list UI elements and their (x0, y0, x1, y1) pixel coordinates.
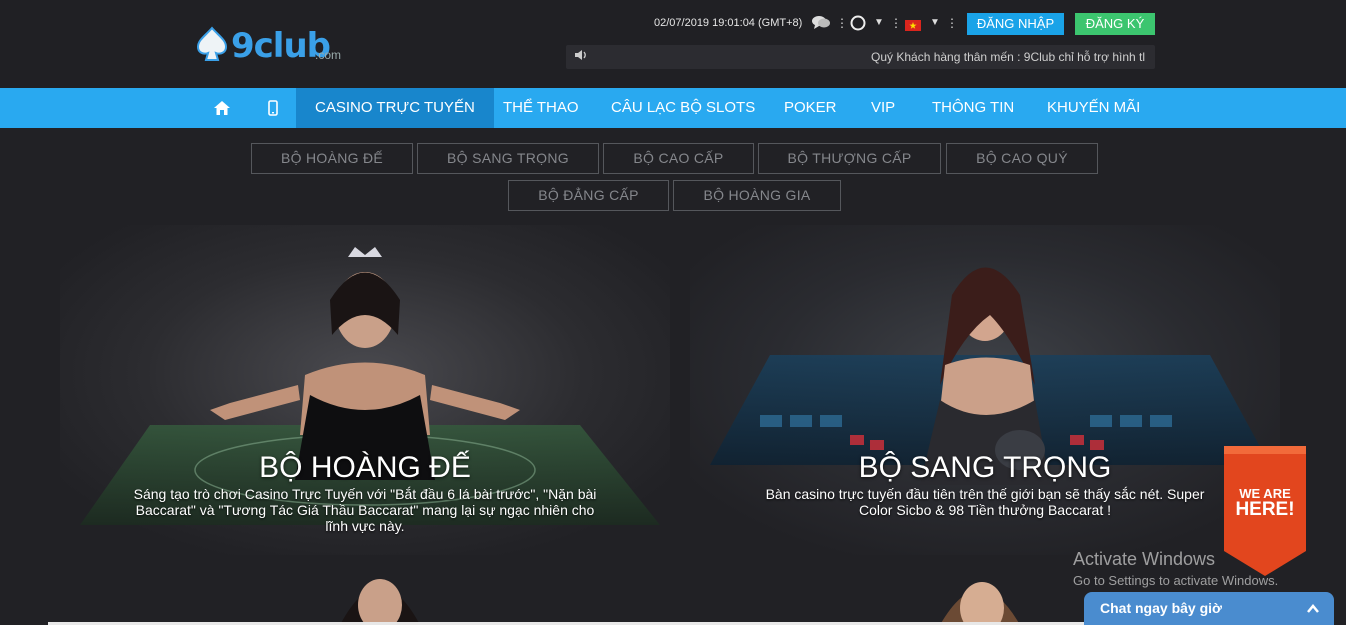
dealer-image-partial (940, 582, 1020, 625)
login-button[interactable]: ĐĂNG NHẬP (967, 13, 1064, 35)
nav-sports[interactable]: THỂ THAO (503, 88, 579, 128)
badge-line2: HERE! (1235, 499, 1295, 520)
subtab-cao-cap[interactable]: BỘ CAO CẤP (603, 143, 754, 174)
separator-icon: ⋮ (890, 16, 902, 30)
subtab-sang-trong[interactable]: BỘ SANG TRỌNG (417, 143, 599, 174)
nav-home[interactable] (213, 88, 231, 128)
panel-title: BỘ HOÀNG ĐẾ (259, 451, 471, 484)
separator-icon: ⋮ (946, 16, 958, 30)
nav-mobile[interactable] (268, 88, 278, 128)
separator-icon: ⋮ (836, 16, 848, 30)
announcement-marquee: Quý Khách hàng thân mến : 9Club chỉ hỗ t… (566, 45, 1155, 69)
panel-description: Sáng tạo trò chơi Casino Trực Tuyến với … (133, 486, 597, 534)
subtab-dang-cap[interactable]: BỘ ĐẲNG CẤP (508, 180, 669, 211)
panel-description: Bàn casino trực tuyến đầu tiên trên thế … (765, 486, 1205, 518)
nav-slots[interactable]: CÂU LẠC BỘ SLOTS (611, 88, 755, 128)
activate-windows-title: Activate Windows (1073, 549, 1216, 569)
subtab-thuong-cap[interactable]: BỘ THƯỢNG CẤP (758, 143, 941, 174)
nav-info[interactable]: THÔNG TIN (932, 88, 1014, 128)
flag-vn-icon[interactable] (905, 17, 921, 35)
dealer-image-partial (340, 579, 420, 625)
live-chat-bar[interactable]: Chat ngay bây giờ (1084, 592, 1334, 625)
chat-label: Chat ngay bây giờ (1100, 600, 1222, 616)
badge-text: WE ARE HERE! (1224, 486, 1306, 520)
panel-title: BỘ SANG TRỌNG (858, 451, 1112, 484)
subtab-hoang-de[interactable]: BỘ HOÀNG ĐẾ (251, 143, 413, 174)
panel-sang-trong[interactable]: BỘ SANG TRỌNG Bàn casino trực tuyến đầu … (690, 225, 1280, 555)
circle-icon[interactable] (849, 14, 867, 32)
register-button[interactable]: ĐĂNG KÝ (1075, 13, 1155, 35)
main-nav: CASINO TRỰC TUYẾN THỂ THAO CÂU LẠC BỘ SL… (0, 88, 1346, 128)
dropdown-icon[interactable]: ▼ (874, 14, 884, 32)
chevron-up-icon[interactable] (1306, 602, 1320, 616)
nav-vip[interactable]: VIP (871, 88, 895, 128)
header: 9club .com 02/07/2019 19:01:04 (GMT+8) ⋮… (0, 0, 1346, 88)
speaker-icon[interactable] (574, 49, 588, 64)
spade-logo-icon (196, 26, 228, 61)
subtab-cao-quy[interactable]: BỘ CAO QUÝ (946, 143, 1098, 174)
dropdown-icon[interactable]: ▼ (930, 14, 940, 32)
nav-poker[interactable]: POKER (784, 88, 837, 128)
we-are-here-badge[interactable]: WE ARE HERE! (1224, 446, 1306, 576)
chat-icon[interactable] (811, 14, 831, 32)
logo[interactable]: 9club .com (195, 22, 355, 70)
marquee-text: Quý Khách hàng thân mến : 9Club chỉ hỗ t… (871, 50, 1146, 64)
subtab-hoang-gia[interactable]: BỘ HOÀNG GIA (673, 180, 841, 211)
mobile-icon (268, 100, 278, 116)
activate-windows-subtitle: Go to Settings to activate Windows. (1073, 573, 1279, 588)
page: 9club .com 02/07/2019 19:01:04 (GMT+8) ⋮… (0, 0, 1346, 625)
nav-casino[interactable]: CASINO TRỰC TUYẾN (296, 88, 494, 128)
datetime: 02/07/2019 19:01:04 (GMT+8) (654, 17, 803, 29)
logo-suffix: .com (315, 48, 342, 62)
panel-hoang-de[interactable]: BỘ HOÀNG ĐẾ Sáng tạo trò chơi Casino Trự… (60, 225, 670, 555)
home-icon (214, 101, 230, 115)
nav-promotions[interactable]: KHUYẾN MÃI (1047, 88, 1140, 128)
